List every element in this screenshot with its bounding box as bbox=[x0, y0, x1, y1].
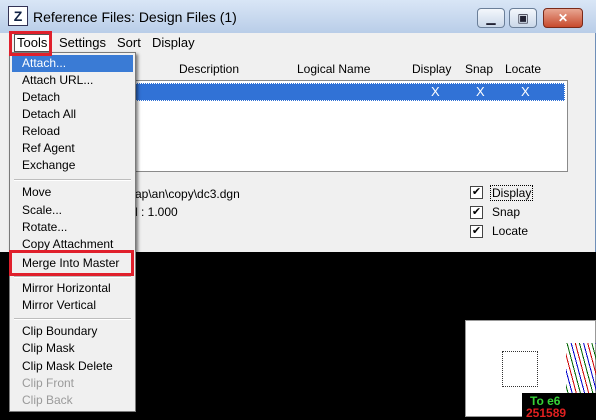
close-button[interactable]: ✕ bbox=[543, 8, 583, 28]
merge-into-master-highlight bbox=[9, 250, 134, 276]
minimize-button[interactable]: ▁ bbox=[477, 8, 505, 28]
list-header: Description Logical Name Display Snap Lo… bbox=[134, 58, 568, 80]
microstation-app-icon: Z bbox=[8, 6, 28, 26]
scale-value: l : 1.000 bbox=[135, 205, 178, 219]
menu-separator bbox=[14, 179, 131, 181]
menu-item-attach-url[interactable]: Attach URL... bbox=[12, 72, 133, 89]
menu-settings[interactable]: Settings bbox=[59, 35, 106, 51]
checkbox-display-label: Display bbox=[490, 185, 534, 201]
menu-item-move[interactable]: Move bbox=[12, 184, 133, 201]
menu-item-mirror-horizontal[interactable]: Mirror Horizontal bbox=[12, 280, 133, 297]
table-row[interactable]: X X X bbox=[135, 83, 565, 101]
menu-item-attach[interactable]: Attach... bbox=[12, 55, 133, 72]
checkbox-display-box[interactable]: ✔ bbox=[470, 186, 483, 199]
cad-view-area[interactable]: To e6 251589 bbox=[465, 320, 596, 420]
menu-item-scale[interactable]: Scale... bbox=[12, 202, 133, 219]
menu-item-clip-mask-delete[interactable]: Clip Mask Delete bbox=[12, 358, 133, 375]
menu-sort[interactable]: Sort bbox=[117, 35, 141, 51]
menu-item-clip-back: Clip Back bbox=[22, 393, 73, 407]
display-mark: X bbox=[431, 84, 440, 99]
file-path: ap\an\copy\dc3.dgn bbox=[135, 187, 240, 201]
column-locate[interactable]: Locate bbox=[505, 62, 541, 76]
menu-item-clip-front: Clip Front bbox=[22, 376, 75, 390]
menu-item-detach[interactable]: Detach bbox=[12, 89, 133, 106]
maximize-button[interactable]: ▣ bbox=[509, 8, 537, 28]
column-display[interactable]: Display bbox=[412, 62, 451, 76]
column-logical-name[interactable]: Logical Name bbox=[297, 62, 370, 76]
tools-dropdown-menu: Attach... Attach URL... Detach Detach Al… bbox=[9, 52, 136, 412]
window-title: Reference Files: Design Files (1) bbox=[33, 9, 237, 25]
menu-display[interactable]: Display bbox=[152, 35, 195, 51]
checkbox-snap-box[interactable]: ✔ bbox=[470, 206, 483, 219]
menu-bar: Tools Settings Sort Display bbox=[0, 33, 594, 53]
title-bar[interactable]: Z Reference Files: Design Files (1) ▁ ▣ … bbox=[0, 0, 596, 33]
column-snap[interactable]: Snap bbox=[465, 62, 493, 76]
checkbox-locate-box[interactable]: ✔ bbox=[470, 225, 483, 238]
checkbox-snap-label: Snap bbox=[492, 205, 521, 219]
snap-mark: X bbox=[476, 84, 485, 99]
menu-item-ref-agent[interactable]: Ref Agent bbox=[12, 140, 133, 157]
cad-label-bottom: 251589 bbox=[526, 406, 567, 420]
menu-separator bbox=[14, 318, 131, 320]
column-description[interactable]: Description bbox=[179, 62, 239, 76]
menu-item-reload[interactable]: Reload bbox=[12, 123, 133, 140]
cad-drawing-block bbox=[502, 351, 538, 387]
menu-item-rotate[interactable]: Rotate... bbox=[12, 219, 133, 236]
menu-item-clip-boundary[interactable]: Clip Boundary bbox=[12, 323, 133, 340]
menu-item-mirror-vertical[interactable]: Mirror Vertical bbox=[12, 297, 133, 314]
menu-item-detach-all[interactable]: Detach All bbox=[12, 106, 133, 123]
checkbox-locate-label: Locate bbox=[492, 224, 529, 238]
cad-label-box: To e6 251589 bbox=[522, 393, 596, 420]
locate-mark: X bbox=[521, 84, 530, 99]
menu-separator bbox=[14, 276, 131, 278]
menu-item-clip-mask[interactable]: Clip Mask bbox=[12, 340, 133, 357]
reference-list[interactable]: X X X bbox=[134, 80, 568, 172]
menu-item-exchange[interactable]: Exchange bbox=[12, 157, 133, 174]
tools-menu-highlight bbox=[9, 31, 52, 56]
